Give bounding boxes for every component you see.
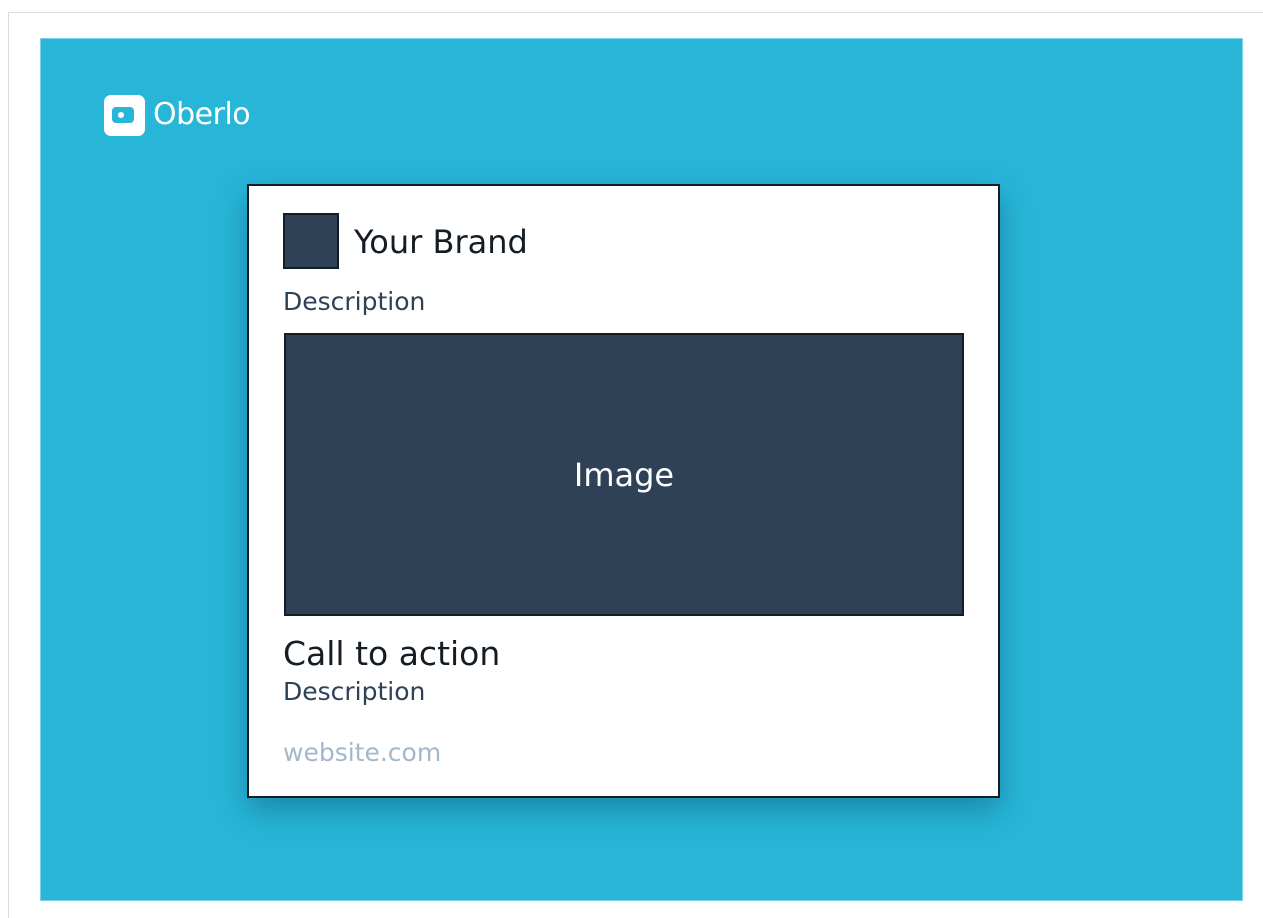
brand-name: Your Brand [354,223,528,261]
image-label: Image [573,455,675,494]
website-url: website.com [283,738,442,767]
oberlo-logo: Oberlo [104,94,251,136]
image-placeholder: Image [284,333,964,616]
ad-card: Your Brand Description Image Call to act… [247,184,1000,798]
brand-logo-placeholder [283,213,339,269]
description-bottom: Description [283,677,426,706]
call-to-action: Call to action [283,634,501,673]
description-top: Description [283,287,426,316]
price-tag-icon [104,94,145,136]
logo-text: Oberlo [153,97,251,132]
